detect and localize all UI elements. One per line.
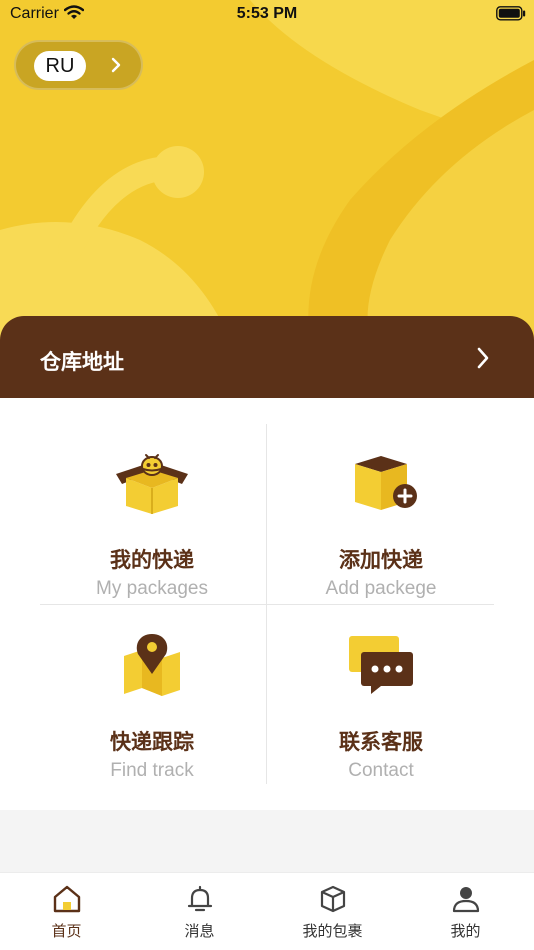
bottom-tab-bar: 首页 消息 我的包裹 我的 [0,872,534,950]
status-time: 5:53 PM [236,5,298,22]
add-package-subtitle: Add packege [325,578,437,599]
map-pin-icon [124,634,180,696]
tab-profile-label: 我的 [450,923,481,940]
tab-messages[interactable]: 消息 [133,873,266,950]
tab-home-label: 首页 [51,923,82,940]
chat-bubble-icon [349,636,413,694]
find-track-subtitle: Find track [110,760,194,781]
feature-grid: 我的快递 My packages 添加快递 Add packege 快递跟踪 F… [0,398,534,810]
home-screen: Carrier 5:53 PM RU 仓库地址 我的快递 My packages… [0,0,534,950]
status-bar: Carrier 5:53 PM [0,0,534,30]
language-code: RU [34,51,86,81]
warehouse-address-label: 仓库地址 [40,351,124,374]
tab-my-parcels-label: 我的包裹 [302,923,363,940]
warehouse-address-bar[interactable]: 仓库地址 [0,316,534,398]
hero-banner: Carrier 5:53 PM RU [0,0,534,340]
chevron-right-icon [111,57,121,73]
battery-icon [496,6,526,21]
package-icon [320,885,346,913]
my-packages-button[interactable]: 我的快递 My packages [38,448,266,628]
contact-button[interactable]: 联系客服 Contact [267,630,495,810]
tab-home[interactable]: 首页 [0,873,133,950]
contact-title: 联系客服 [339,731,423,754]
bee-box-icon [116,454,188,514]
add-package-title: 添加快递 [339,549,423,572]
find-track-title: 快递跟踪 [110,731,194,754]
language-selector[interactable]: RU [14,40,143,90]
find-track-button[interactable]: 快递跟踪 Find track [38,630,266,810]
bell-icon [187,885,213,912]
chevron-right-icon [477,347,489,369]
my-packages-title: 我的快递 [110,549,194,572]
contact-subtitle: Contact [348,760,414,781]
add-package-button[interactable]: 添加快递 Add packege [267,448,495,628]
tab-my-parcels[interactable]: 我的包裹 [266,873,399,950]
my-packages-subtitle: My packages [96,578,208,599]
tab-messages-label: 消息 [184,923,215,940]
home-icon [53,885,81,913]
tab-profile[interactable]: 我的 [399,873,532,950]
person-icon [452,887,480,913]
add-box-icon [355,456,417,510]
